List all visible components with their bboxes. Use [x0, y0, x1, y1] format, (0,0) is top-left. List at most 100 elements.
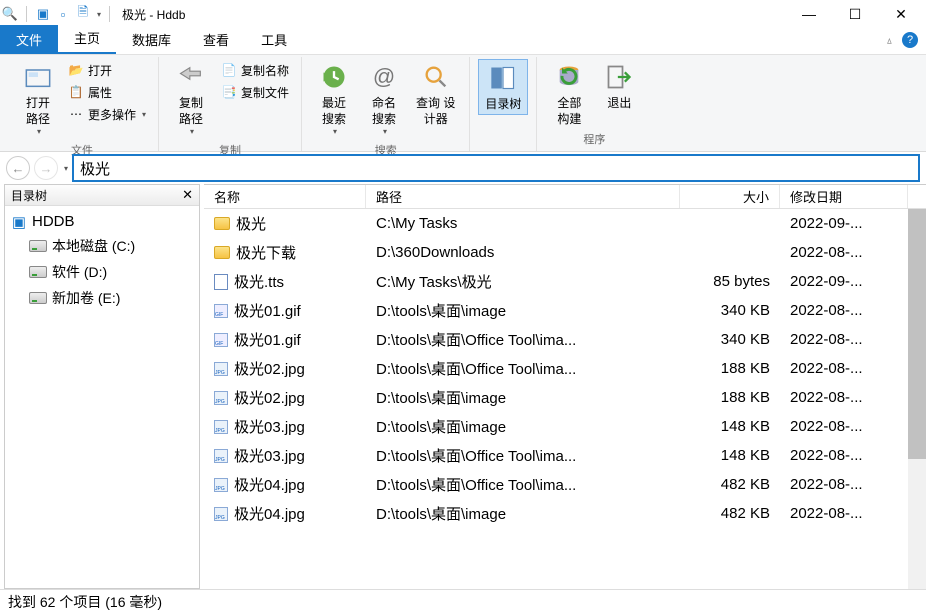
- disk-icon: [29, 292, 47, 304]
- folder-icon: [214, 217, 230, 230]
- open-path-button[interactable]: 打开路径 ▾: [14, 59, 62, 140]
- table-row[interactable]: 极光04.jpgD:\tools\桌面\Office Tool\ima...48…: [204, 470, 926, 499]
- cell-date: 2022-08-...: [780, 389, 908, 406]
- cell-path: D:\tools\桌面\image: [366, 387, 680, 408]
- cell-name: 极光03.jpg: [234, 416, 305, 437]
- magnify-icon: [420, 61, 452, 93]
- table-row[interactable]: 极光03.jpgD:\tools\桌面\Office Tool\ima...14…: [204, 441, 926, 470]
- recent-icon: [318, 61, 350, 93]
- list-body[interactable]: 极光 C:\My Tasks 2022-09-... 极光下载D:\360Downlo…: [204, 209, 926, 589]
- table-row[interactable]: 极光02.jpgD:\tools\桌面\image188 KB2022-08-.…: [204, 383, 926, 412]
- jpg-icon: [214, 391, 228, 405]
- caret-icon: ▾: [383, 127, 387, 138]
- help-icon[interactable]: ?: [902, 32, 918, 48]
- window-icon-1[interactable]: ▣: [35, 6, 51, 22]
- jpg-icon: [214, 449, 228, 463]
- cell-date: 2022-08-...: [780, 505, 908, 522]
- more-icon: ⋯: [68, 106, 84, 122]
- tab-file[interactable]: 文件: [0, 25, 58, 54]
- content-row: 目录树 ✕ ▣ HDDB 本地磁盘 (C:) 软件 (D:) 新加卷 (E:) …: [0, 184, 926, 589]
- cell-size: 482 KB: [680, 505, 780, 522]
- window-icon-2[interactable]: ▫: [55, 6, 71, 22]
- maximize-button[interactable]: ☐: [832, 0, 878, 28]
- named-search-button[interactable]: @ 命名搜索 ▾: [360, 59, 408, 140]
- tab-database[interactable]: 数据库: [116, 25, 187, 54]
- table-row[interactable]: 极光下载D:\360Downloads2022-08-...: [204, 238, 926, 267]
- col-header-size[interactable]: 大小: [680, 185, 780, 208]
- cell-path: C:\My Tasks\极光: [366, 271, 680, 292]
- table-row[interactable]: 极光01.gifD:\tools\桌面\image340 KB2022-08-.…: [204, 296, 926, 325]
- cell-name: 极光下载: [236, 242, 296, 263]
- qat-caret-icon[interactable]: ▾: [97, 10, 101, 19]
- cell-name: 极光: [236, 213, 266, 234]
- cell-path: C:\My Tasks: [366, 215, 680, 232]
- scrollbar-thumb[interactable]: [908, 209, 926, 459]
- nav-history-caret-icon[interactable]: ▾: [64, 164, 68, 173]
- rebuild-all-button[interactable]: 全部构建: [545, 59, 593, 129]
- copy-path-button[interactable]: 复制路径 ▾: [167, 59, 215, 140]
- tab-view[interactable]: 查看: [187, 25, 245, 54]
- window-title: 极光 - Hddb: [122, 6, 185, 23]
- table-row[interactable]: 极光02.jpgD:\tools\桌面\Office Tool\ima...18…: [204, 354, 926, 383]
- query-designer-button[interactable]: 查询 设计器: [410, 59, 461, 129]
- table-row[interactable]: 极光03.jpgD:\tools\桌面\image148 KB2022-08-.…: [204, 412, 926, 441]
- tab-home[interactable]: 主页: [58, 23, 116, 54]
- nav-forward-button[interactable]: →: [34, 156, 58, 180]
- table-row[interactable]: 极光.ttsC:\My Tasks\极光85 bytes2022-09-...: [204, 267, 926, 296]
- col-header-path[interactable]: 路径: [366, 185, 680, 208]
- list-header: 名称 路径 大小 修改日期: [204, 185, 926, 209]
- col-header-name[interactable]: 名称: [204, 185, 366, 208]
- tree-item-disk-d[interactable]: 软件 (D:): [5, 259, 199, 285]
- cell-date: 2022-09-...: [780, 273, 908, 290]
- copy-name-button[interactable]: 📄复制名称: [217, 59, 293, 81]
- exit-button[interactable]: 退出: [595, 59, 643, 113]
- table-row[interactable]: 极光04.jpgD:\tools\桌面\image482 KB2022-08-.…: [204, 499, 926, 528]
- close-button[interactable]: ✕: [878, 0, 924, 28]
- cell-date: 2022-08-...: [780, 331, 908, 348]
- ribbon-tabs: 文件 主页 数据库 查看 工具 ㅿ ?: [0, 28, 926, 54]
- sidebar-title: 目录树: [11, 187, 47, 204]
- status-text: 找到 62 个项目 (16 毫秒): [8, 592, 162, 612]
- document-icon[interactable]: 🗎: [75, 6, 91, 22]
- copy-file-button[interactable]: 📑复制文件: [217, 81, 293, 103]
- cell-date: 2022-08-...: [780, 244, 908, 261]
- exit-label: 退出: [607, 95, 631, 111]
- gif-icon: [214, 304, 228, 318]
- dir-tree-button[interactable]: 目录树: [478, 59, 528, 115]
- search-input[interactable]: [72, 154, 920, 182]
- recent-search-button[interactable]: 最近搜索 ▾: [310, 59, 358, 140]
- table-row[interactable]: 极光01.gifD:\tools\桌面\Office Tool\ima...34…: [204, 325, 926, 354]
- tab-tools[interactable]: 工具: [245, 25, 303, 54]
- minimize-button[interactable]: —: [786, 0, 832, 28]
- cell-name: 极光02.jpg: [234, 358, 305, 379]
- folder-icon: [214, 246, 230, 259]
- open-button[interactable]: 📂打开: [64, 59, 150, 81]
- cell-size: 188 KB: [680, 389, 780, 406]
- table-row[interactable]: 极光 C:\My Tasks 2022-09-...: [204, 209, 926, 238]
- caret-icon: ▾: [333, 127, 337, 138]
- tree-root[interactable]: ▣ HDDB: [5, 210, 199, 233]
- more-button[interactable]: ⋯更多操作▾: [64, 103, 150, 125]
- search-icon[interactable]: 🔍: [2, 6, 18, 22]
- cell-date: 2022-08-...: [780, 447, 908, 464]
- at-icon: @: [368, 61, 400, 93]
- cell-date: 2022-09-...: [780, 215, 908, 232]
- properties-button[interactable]: 📋属性: [64, 81, 150, 103]
- cell-size: 85 bytes: [680, 273, 780, 290]
- nav-back-button[interactable]: ←: [6, 156, 30, 180]
- tree-item-disk-e[interactable]: 新加卷 (E:): [5, 285, 199, 311]
- sidebar: 目录树 ✕ ▣ HDDB 本地磁盘 (C:) 软件 (D:) 新加卷 (E:): [4, 184, 200, 589]
- gif-icon: [214, 333, 228, 347]
- col-header-date[interactable]: 修改日期: [780, 185, 908, 208]
- query-label: 查询 设计器: [416, 95, 455, 127]
- collapse-ribbon-icon[interactable]: ㅿ: [885, 33, 894, 48]
- tree: ▣ HDDB 本地磁盘 (C:) 软件 (D:) 新加卷 (E:): [5, 206, 199, 315]
- tree-item-disk-c[interactable]: 本地磁盘 (C:): [5, 233, 199, 259]
- ribbon-group-file: 打开路径 ▾ 📂打开 📋属性 ⋯更多操作▾ 文件: [6, 57, 159, 151]
- sidebar-close-icon[interactable]: ✕: [182, 187, 193, 203]
- jpg-icon: [214, 507, 228, 521]
- group-label-program: 程序: [583, 129, 605, 149]
- scrollbar[interactable]: [908, 209, 926, 589]
- open-path-label: 打开路径: [26, 95, 50, 127]
- sidebar-header: 目录树 ✕: [5, 185, 199, 206]
